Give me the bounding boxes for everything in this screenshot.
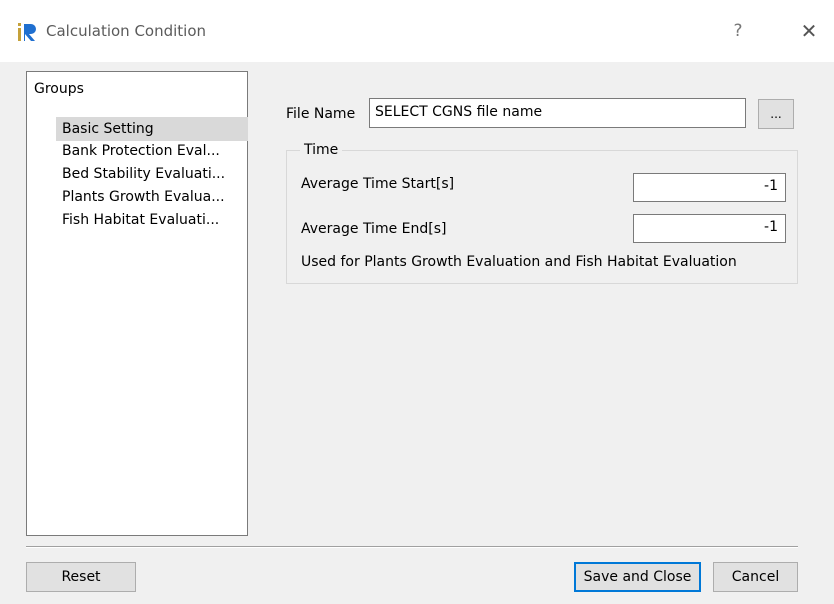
- average-time-end-input[interactable]: -1: [633, 214, 786, 243]
- reset-button[interactable]: Reset: [26, 562, 136, 592]
- title-bar: Calculation Condition ? ✕: [0, 0, 834, 62]
- file-name-field[interactable]: SELECT CGNS file name: [369, 98, 746, 128]
- help-button[interactable]: ?: [723, 16, 753, 46]
- file-name-label: File Name: [286, 106, 356, 122]
- average-time-start-input[interactable]: -1: [633, 173, 786, 202]
- save-and-close-button[interactable]: Save and Close: [574, 562, 701, 592]
- time-usage-note: Used for Plants Growth Evaluation and Fi…: [301, 254, 737, 270]
- group-item-bed-stability[interactable]: Bed Stability Evaluati...: [56, 162, 248, 186]
- browse-button[interactable]: ...: [758, 99, 794, 129]
- time-groupbox-title: Time: [300, 142, 343, 158]
- window-title: Calculation Condition: [46, 22, 207, 40]
- group-item-bank-protection[interactable]: Bank Protection Eval...: [56, 139, 248, 163]
- groups-header: Groups: [34, 81, 84, 97]
- groups-list[interactable]: Groups Basic Setting Bank Protection Eva…: [26, 71, 248, 536]
- calculation-condition-dialog: Calculation Condition ? ✕ Groups Basic S…: [0, 0, 834, 604]
- dialog-body: Groups Basic Setting Bank Protection Eva…: [0, 62, 834, 604]
- group-item-plants-growth[interactable]: Plants Growth Evalua...: [56, 185, 248, 209]
- close-button[interactable]: ✕: [794, 16, 824, 46]
- average-time-start-label: Average Time Start[s]: [301, 176, 455, 192]
- group-item-basic-setting[interactable]: Basic Setting: [56, 117, 248, 141]
- cancel-button[interactable]: Cancel: [713, 562, 798, 592]
- average-time-end-label: Average Time End[s]: [301, 221, 447, 237]
- button-separator: [26, 546, 798, 548]
- iric-logo-icon: [18, 23, 38, 41]
- group-item-fish-habitat[interactable]: Fish Habitat Evaluati...: [56, 208, 248, 232]
